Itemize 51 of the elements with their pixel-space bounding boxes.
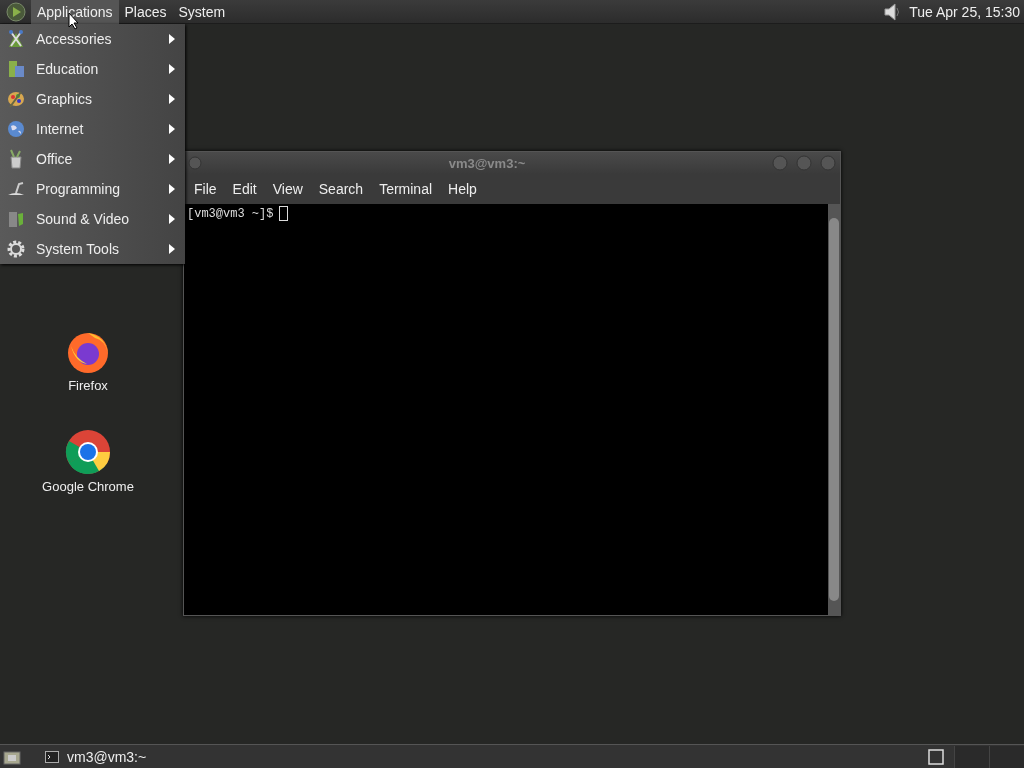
minimize-button-icon[interactable] (772, 155, 788, 171)
sound-category-icon (6, 209, 26, 229)
scrollbar[interactable] (828, 204, 840, 615)
menu-item[interactable]: Internet (0, 114, 185, 144)
menu-item[interactable]: Search (310, 181, 372, 197)
education-category-icon (6, 59, 26, 79)
text-cursor (279, 206, 289, 221)
workspace-cell[interactable] (989, 745, 1024, 768)
clock[interactable]: Tue Apr 25, 15:30 (909, 3, 1020, 20)
window-menu-icon[interactable] (188, 156, 202, 170)
submenu-arrow-icon (169, 154, 175, 164)
tools-category-icon (6, 239, 26, 259)
submenu-arrow-icon (169, 244, 175, 254)
desktop-icon-label[interactable]: Google Chrome (42, 479, 134, 494)
close-button-icon[interactable] (820, 155, 836, 171)
menu-item[interactable]: Office (0, 144, 185, 174)
applications-logo-icon[interactable] (5, 0, 27, 23)
menu-item[interactable]: Programming (0, 174, 185, 204)
menu-item[interactable]: File (186, 181, 225, 197)
terminal-prompt: [vm3@vm3 ~]$ (187, 206, 274, 221)
workspace-cell[interactable] (954, 745, 989, 768)
submenu-arrow-icon (169, 34, 175, 44)
menu-item[interactable]: View (264, 181, 311, 197)
submenu-arrow-icon (169, 64, 175, 74)
menu-item[interactable]: Terminal (371, 181, 441, 197)
submenu-arrow-icon (169, 184, 175, 194)
menu-item[interactable]: Help (440, 181, 485, 197)
desktop-icon-label[interactable]: Firefox (68, 378, 108, 393)
chrome-icon[interactable] (65, 429, 111, 477)
show-desktop-icon[interactable] (3, 748, 21, 765)
panel-menu[interactable]: Applications (31, 0, 119, 24)
menu-item[interactable]: Education (0, 54, 185, 84)
menu-item[interactable]: System Tools (0, 234, 185, 264)
terminal-icon (45, 750, 59, 763)
menu-item[interactable]: Sound & Video (0, 204, 185, 234)
graphics-category-icon (6, 89, 26, 109)
menu-item[interactable]: Edit (224, 181, 265, 197)
menu-item[interactable]: Graphics (0, 84, 185, 114)
internet-category-icon (6, 119, 26, 139)
panel-menu[interactable]: Places (118, 0, 173, 24)
accessories-category-icon (6, 29, 26, 49)
menu-item[interactable]: Accessories (0, 24, 185, 54)
workspace-switcher-icon[interactable] (928, 748, 944, 765)
panel-menu[interactable]: System (172, 0, 232, 24)
window-title: vm3@vm3:~ (447, 155, 527, 171)
maximize-button-icon[interactable] (796, 155, 812, 171)
taskbar-button[interactable]: vm3@vm3:~ (39, 745, 153, 768)
submenu-arrow-icon (169, 94, 175, 104)
submenu-arrow-icon (169, 124, 175, 134)
speaker-icon[interactable] (883, 0, 902, 23)
submenu-arrow-icon (169, 214, 175, 224)
